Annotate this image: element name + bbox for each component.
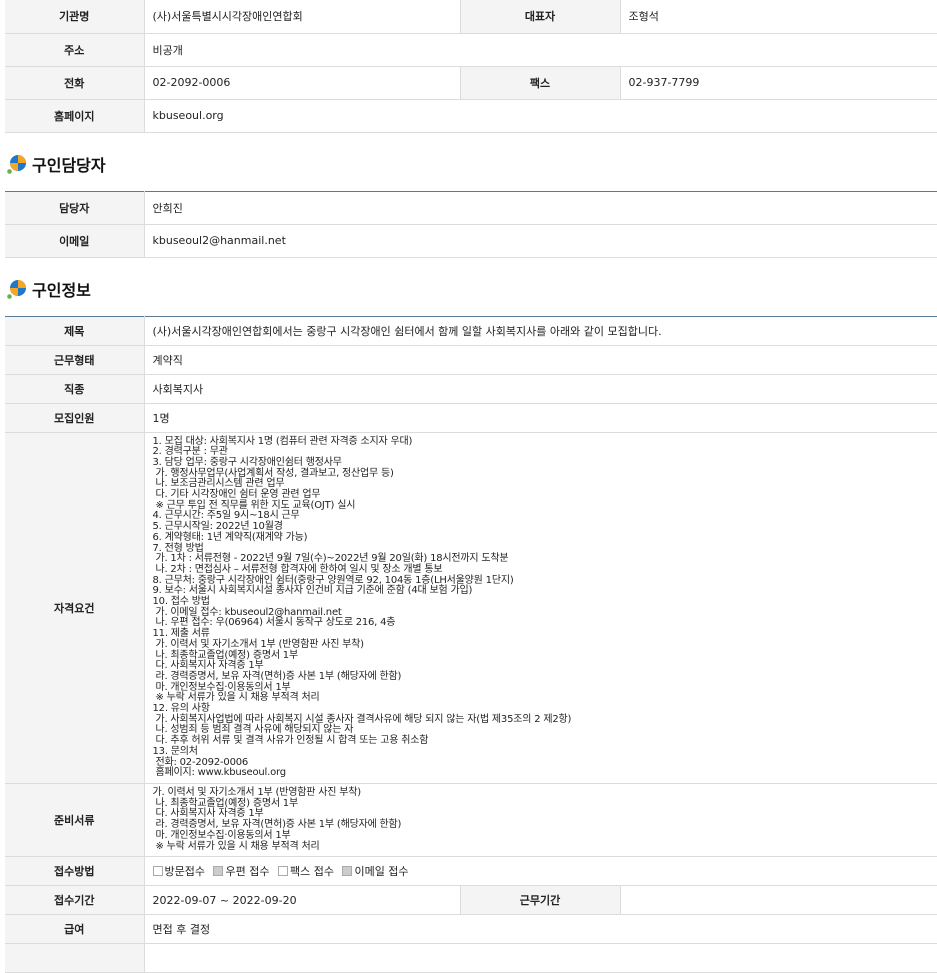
- email-value[interactable]: kbuseoul2@hanmail.net: [144, 224, 937, 257]
- extra-label: [5, 944, 144, 973]
- fax-label: 팩스: [460, 66, 620, 99]
- salary-value: 면접 후 결정: [144, 915, 937, 944]
- phone-label: 전화: [5, 66, 144, 99]
- contact-email-row: 이메일 kbuseoul2@hanmail.net: [5, 224, 937, 257]
- home-value[interactable]: kbuseoul.org: [144, 99, 937, 132]
- job-occupation-row: 직종 사회복지사: [5, 374, 937, 403]
- method-option-label: 우편 접수: [225, 863, 269, 879]
- org-name-row: 기관명 (사)서울특별시시각장애인연합회 대표자 조형석: [5, 0, 937, 33]
- extra-value: [144, 944, 937, 973]
- person-value: 안희진: [144, 191, 937, 224]
- job-section-header: 구인정보: [0, 258, 937, 316]
- job-type-row: 근무형태 계약직: [5, 345, 937, 374]
- contact-section-header: 구인담당자: [0, 133, 937, 191]
- method-checkbox: [278, 866, 288, 876]
- method-option: 팩스 접수: [278, 863, 339, 879]
- job-type-label: 근무형태: [5, 345, 144, 374]
- job-title-value: (사)서울시각장애인연합회에서는 중랑구 시각장애인 쉼터에서 함께 일할 사회…: [144, 316, 937, 345]
- requirements-value: 1. 모집 대상: 사회복지사 1명 (컴퓨터 관련 자격증 소지자 우대) 2…: [144, 432, 937, 784]
- org-name-label: 기관명: [5, 0, 144, 33]
- requirements-label: 자격요건: [5, 432, 144, 784]
- salary-label: 급여: [5, 915, 144, 944]
- home-label: 홈페이지: [5, 99, 144, 132]
- occupation-value: 사회복지사: [144, 374, 937, 403]
- job-title-row: 제목 (사)서울시각장애인연합회에서는 중랑구 시각장애인 쉼터에서 함께 일할…: [5, 316, 937, 345]
- contact-person-row: 담당자 안희진: [5, 191, 937, 224]
- period-value: 2022-09-07 ~ 2022-09-20: [144, 886, 460, 915]
- rep-label: 대표자: [460, 0, 620, 33]
- job-headcount-row: 모집인원 1명: [5, 403, 937, 432]
- method-option: 우편 접수: [213, 863, 274, 879]
- method-label: 접수방법: [5, 857, 144, 886]
- job-info-table: 제목 (사)서울시각장애인연합회에서는 중랑구 시각장애인 쉼터에서 함께 일할…: [5, 316, 937, 973]
- job-section-title: 구인정보: [32, 277, 91, 301]
- job-period-row: 접수기간 2022-09-07 ~ 2022-09-20 근무기간: [5, 886, 937, 915]
- phone-value: 02-2092-0006: [144, 66, 460, 99]
- addr-value: 비공개: [144, 33, 937, 66]
- section-bullet-icon: [7, 154, 27, 174]
- org-addr-row: 주소 비공개: [5, 33, 937, 66]
- org-phone-row: 전화 02-2092-0006 팩스 02-937-7799: [5, 66, 937, 99]
- period-label: 접수기간: [5, 886, 144, 915]
- org-info-table: 기관명 (사)서울특별시시각장애인연합회 대표자 조형석 주소 비공개 전화 0…: [5, 0, 937, 133]
- workperiod-label: 근무기간: [460, 886, 620, 915]
- person-label: 담당자: [5, 191, 144, 224]
- method-option: 방문접수: [153, 863, 210, 879]
- job-salary-row: 급여 면접 후 결정: [5, 915, 937, 944]
- occupation-label: 직종: [5, 374, 144, 403]
- job-extra-row: [5, 944, 937, 973]
- workperiod-value: [620, 886, 937, 915]
- contact-table: 담당자 안희진 이메일 kbuseoul2@hanmail.net: [5, 191, 937, 258]
- job-requirements-row: 자격요건 1. 모집 대상: 사회복지사 1명 (컴퓨터 관련 자격증 소지자 …: [5, 432, 937, 784]
- fax-value: 02-937-7799: [620, 66, 937, 99]
- docs-value: 가. 이력서 및 자기소개서 1부 (반영함판 사진 부착) 나. 최종학교졸업…: [144, 784, 937, 857]
- method-options: 방문접수 우편 접수 팩스 접수 이메일 접수: [144, 857, 937, 886]
- job-type-value: 계약직: [144, 345, 937, 374]
- job-title-label: 제목: [5, 316, 144, 345]
- contact-section-title: 구인담당자: [32, 152, 106, 176]
- method-option-label: 이메일 접수: [354, 863, 408, 879]
- org-home-row: 홈페이지 kbuseoul.org: [5, 99, 937, 132]
- headcount-label: 모집인원: [5, 403, 144, 432]
- job-docs-row: 준비서류 가. 이력서 및 자기소개서 1부 (반영함판 사진 부착) 나. 최…: [5, 784, 937, 857]
- method-option: 이메일 접수: [342, 863, 413, 879]
- addr-label: 주소: [5, 33, 144, 66]
- rep-value: 조형석: [620, 0, 937, 33]
- job-method-row: 접수방법 방문접수 우편 접수 팩스 접수 이메일 접수: [5, 857, 937, 886]
- method-checkbox: [213, 866, 223, 876]
- method-option-label: 방문접수: [165, 863, 205, 879]
- method-checkbox: [342, 866, 352, 876]
- section-bullet-icon: [7, 279, 27, 299]
- email-label: 이메일: [5, 224, 144, 257]
- headcount-value: 1명: [144, 403, 937, 432]
- org-name-value: (사)서울특별시시각장애인연합회: [144, 0, 460, 33]
- docs-label: 준비서류: [5, 784, 144, 857]
- method-checkbox: [153, 866, 163, 876]
- method-option-label: 팩스 접수: [290, 863, 334, 879]
